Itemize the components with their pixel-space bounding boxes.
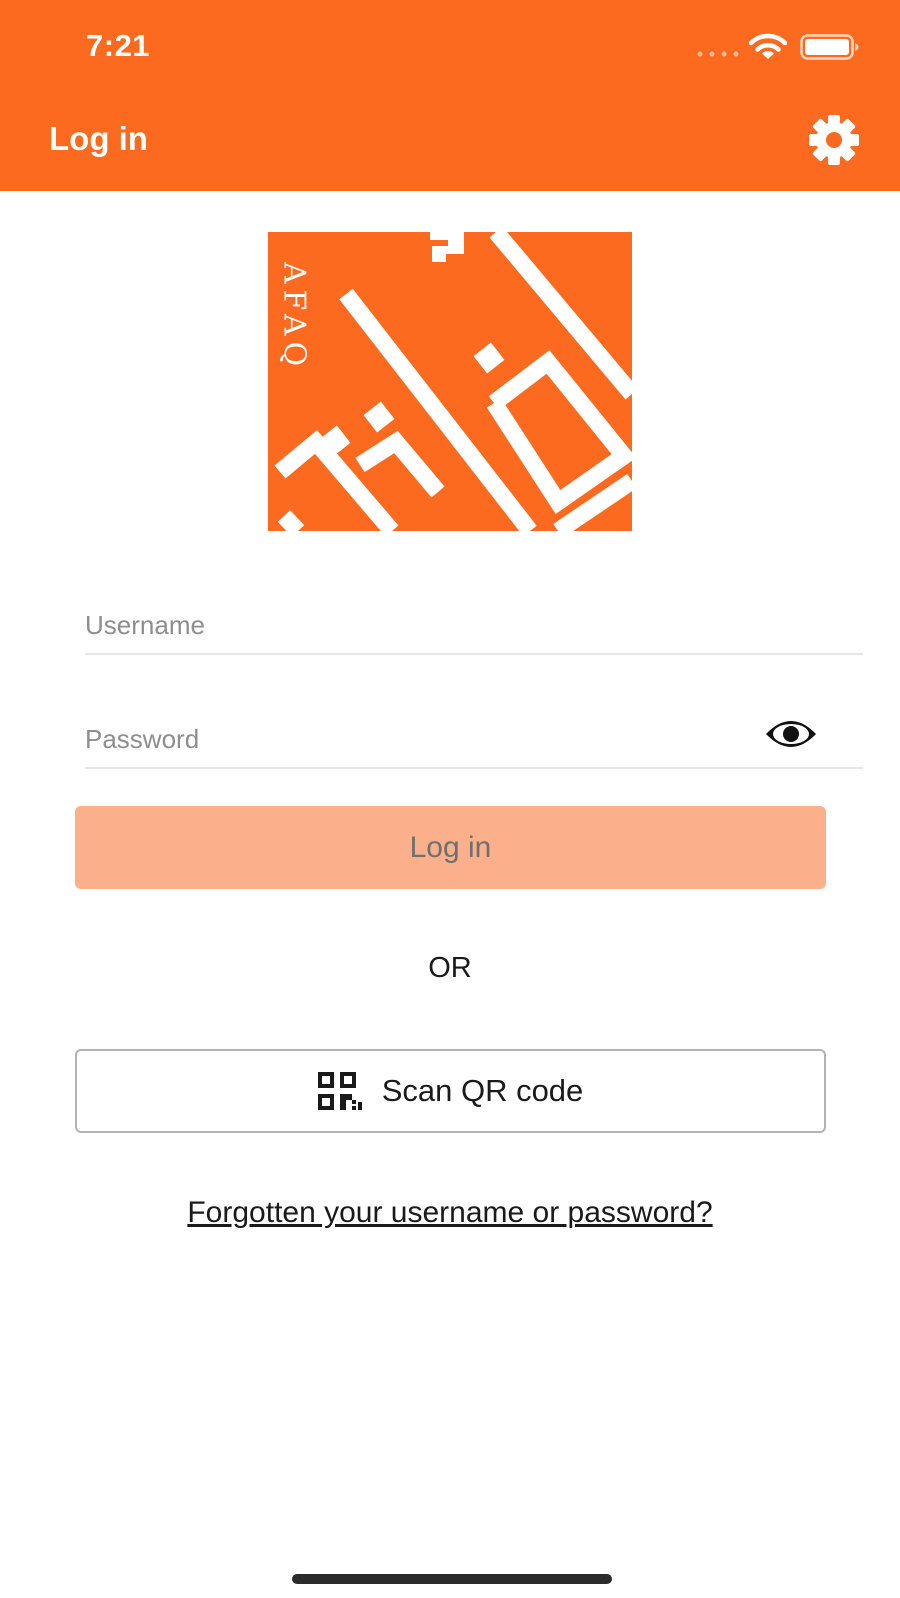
afaq-logo: AFAQ	[268, 232, 632, 531]
forgot-credentials-link[interactable]: Forgotten your username or password?	[0, 1196, 900, 1230]
battery-icon	[800, 34, 859, 60]
app-header: 7:21 Log in	[0, 0, 900, 191]
login-button[interactable]: Log in	[75, 806, 826, 889]
password-field	[85, 711, 863, 769]
username-input[interactable]	[85, 597, 705, 653]
scan-qr-button[interactable]: Scan QR code	[75, 1049, 826, 1133]
gear-icon[interactable]	[806, 112, 862, 168]
home-indicator[interactable]	[292, 1574, 612, 1584]
signal-icon	[697, 51, 739, 57]
username-field	[85, 597, 863, 655]
eye-icon[interactable]	[763, 717, 819, 751]
page-title: Log in	[49, 120, 148, 157]
scan-qr-label: Scan QR code	[381, 1073, 584, 1108]
wifi-icon	[748, 33, 788, 59]
status-time: 7:21	[86, 28, 151, 63]
logo-text: AFAQ	[277, 261, 312, 372]
or-divider-text: OR	[428, 952, 472, 984]
password-input[interactable]	[85, 711, 705, 767]
qr-code-icon	[317, 1072, 362, 1110]
